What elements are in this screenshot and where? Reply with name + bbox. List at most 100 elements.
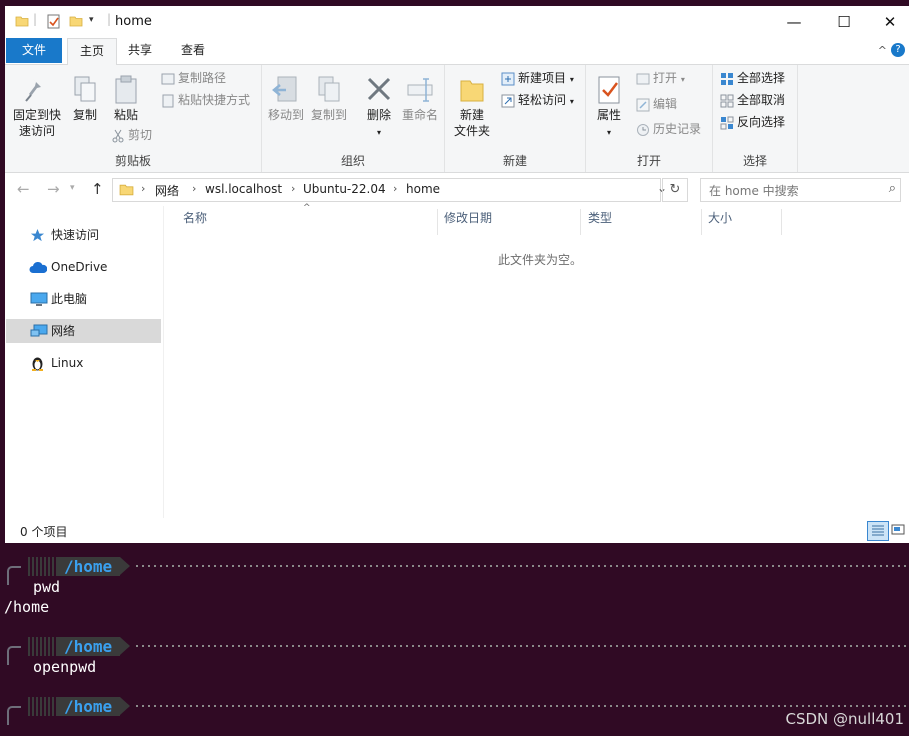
new-folder-button[interactable]: 新建 文件夹 (453, 75, 491, 139)
open-dropdown-icon: ▾ (680, 75, 685, 84)
search-box[interactable]: 在 home 中搜索 ⌕ (700, 178, 901, 202)
recent-locations-icon[interactable]: ▾ (70, 183, 75, 193)
history-icon (637, 123, 649, 136)
breadcrumb-wsl-localhost[interactable]: wsl.localhost (205, 182, 282, 196)
search-icon[interactable]: ⌕ (889, 181, 896, 196)
tab-share[interactable]: 共享 (118, 38, 162, 63)
open-group: 属性 ▾ 打开 ▾ 编辑 历史记录 打开 (586, 65, 713, 172)
ribbon-tabs: 文件 主页 共享 查看 ^ ? (5, 38, 909, 65)
terminal-command: pwd (33, 578, 61, 596)
pin-icon (25, 79, 41, 102)
easy-access-button[interactable]: 轻松访问 ▾ (501, 91, 574, 109)
cut-button[interactable]: 剪切 (111, 126, 152, 144)
cloud-icon (29, 259, 48, 283)
window-title: home (115, 14, 152, 29)
open-button[interactable]: 打开 ▾ (636, 69, 685, 87)
copy-to-icon (318, 76, 340, 102)
move-to-button[interactable]: 移动到 (267, 75, 305, 123)
new-item-button[interactable]: 新建项目 ▾ (501, 69, 574, 87)
address-bar[interactable]: › 网络 › wsl.localhost › Ubuntu-22.04 › ho… (112, 178, 667, 202)
folder-icon (15, 14, 29, 31)
penguin-icon (30, 355, 45, 379)
tab-home[interactable]: 主页 (67, 38, 117, 65)
new-folder-quick-icon[interactable] (69, 14, 83, 31)
organize-group: 移动到 复制到 删除 ▾ 重命名 组织 (262, 65, 445, 172)
new-item-dropdown-icon: ▾ (569, 75, 574, 84)
tab-file[interactable]: 文件 (6, 38, 62, 63)
new-group-label: 新建 (502, 154, 527, 168)
copy-icon (74, 76, 96, 102)
breadcrumb-separator-icon: › (141, 182, 146, 195)
easy-access-dropdown-icon: ▾ (569, 97, 574, 106)
column-header-size[interactable]: 大小 (708, 209, 732, 226)
help-icon[interactable]: ? (891, 43, 905, 57)
select-none-button[interactable]: 全部取消 (720, 91, 785, 109)
pin-to-quick-access-button[interactable]: 固定到快 速访问 (11, 75, 63, 139)
delete-x-icon (367, 77, 391, 101)
select-all-button[interactable]: 全部选择 (720, 69, 785, 87)
back-arrow-icon[interactable]: ← (17, 180, 30, 198)
ribbon: 固定到快 速访问 复制 粘贴 复制路径 粘贴快捷方式 剪切 剪贴板 移动到 复制… (5, 65, 909, 173)
breadcrumb-home[interactable]: home (406, 182, 440, 196)
sidebar-item-linux[interactable]: Linux (6, 351, 161, 375)
terminal-command: openpwd (33, 658, 97, 676)
select-group-label: 选择 (742, 154, 767, 168)
paste-button[interactable]: 粘贴 (109, 75, 143, 123)
copy-to-button[interactable]: 复制到 (310, 75, 348, 123)
open-group-label: 打开 (636, 154, 661, 168)
properties-icon (598, 76, 620, 104)
copy-path-icon (161, 73, 175, 84)
new-item-icon (501, 72, 515, 85)
organize-group-label: 组织 (340, 154, 365, 168)
close-button[interactable]: ✕ (867, 6, 909, 38)
column-header-name[interactable]: 名称 (183, 209, 207, 226)
properties-button[interactable]: 属性 ▾ (594, 75, 624, 141)
tab-view[interactable]: 查看 (171, 38, 215, 63)
sidebar-item-this-pc[interactable]: 此电脑 (6, 287, 161, 311)
status-bar: 0 个项目 (5, 518, 909, 543)
sidebar-item-network[interactable]: 网络 (6, 319, 161, 343)
invert-selection-icon (720, 116, 734, 129)
properties-quick-icon[interactable] (47, 14, 61, 32)
terminal-output: /home (4, 598, 50, 616)
minimize-button[interactable]: — (771, 6, 817, 38)
large-icons-view-icon[interactable] (889, 521, 909, 539)
easy-access-icon (501, 94, 515, 107)
details-view-icon[interactable] (867, 521, 889, 541)
breadcrumb-separator-icon: › (393, 182, 398, 195)
copy-button[interactable]: 复制 (68, 75, 102, 123)
navigation-pane: 快速访问 OneDrive 此电脑 网络 Linux (5, 206, 164, 518)
paste-shortcut-button[interactable]: 粘贴快捷方式 (161, 91, 250, 109)
star-icon (30, 227, 45, 251)
open-icon (636, 73, 650, 84)
edit-icon (636, 98, 650, 111)
maximize-button[interactable]: ☐ (821, 6, 867, 38)
sidebar-item-onedrive[interactable]: OneDrive (6, 255, 161, 279)
copy-path-button[interactable]: 复制路径 (161, 69, 226, 87)
delete-button[interactable]: 删除 ▾ (364, 75, 394, 141)
watermark: CSDN @null401 (785, 710, 904, 728)
sidebar-item-quick-access[interactable]: 快速访问 (6, 223, 161, 247)
breadcrumb-network[interactable]: 网络 (155, 182, 179, 199)
history-button[interactable]: 历史记录 (636, 120, 701, 138)
customize-quick-access-icon[interactable]: ▾ (89, 15, 94, 25)
title-bar: | ▾ | home — ☐ ✕ (5, 6, 909, 38)
forward-arrow-icon[interactable]: → (47, 180, 60, 198)
column-header-date[interactable]: 修改日期 (444, 209, 492, 226)
breadcrumb-ubuntu[interactable]: Ubuntu-22.04 (303, 182, 386, 196)
breadcrumb-separator-icon: › (192, 182, 197, 195)
up-arrow-icon[interactable]: ↑ (91, 180, 104, 198)
column-header-type[interactable]: 类型 (588, 209, 612, 226)
edit-button[interactable]: 编辑 (636, 95, 677, 113)
breadcrumb-separator-icon: › (291, 182, 296, 195)
invert-selection-button[interactable]: 反向选择 (720, 113, 785, 131)
refresh-icon[interactable]: ↻ (662, 178, 688, 202)
search-input[interactable]: 在 home 中搜索 (709, 182, 799, 199)
clipboard-group-label: 剪贴板 (114, 154, 151, 168)
prompt-path: /home (64, 637, 113, 656)
paste-shortcut-icon (162, 94, 174, 107)
new-folder-icon (460, 80, 484, 102)
rename-button[interactable]: 重命名 (400, 75, 440, 123)
rename-icon (407, 78, 433, 102)
collapse-ribbon-icon[interactable]: ^ (878, 44, 887, 57)
